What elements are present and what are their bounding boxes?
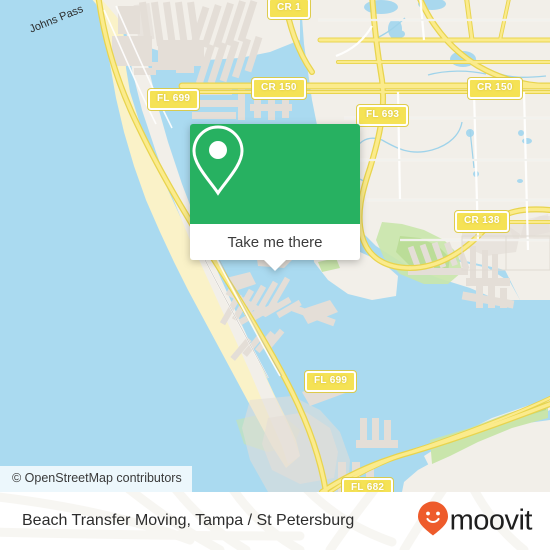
map-canvas[interactable]: Johns Pass CR 1 CR 150 CR 150 FL 699 FL … (0, 0, 550, 492)
road-shield-cr-1: CR 1 (268, 0, 310, 19)
take-me-there-label: Take me there (227, 233, 323, 251)
location-popup[interactable]: Take me there (190, 124, 360, 271)
road-shield-cr-138: CR 138 (455, 211, 509, 232)
road-shield-cr-150-east: CR 150 (468, 78, 522, 99)
popup-marker-area (190, 124, 360, 224)
road-shield-fl-699-north: FL 699 (148, 89, 200, 110)
road-shield-fl-682: FL 682 (342, 478, 394, 492)
road-shield-fl-693: FL 693 (357, 105, 409, 126)
take-me-there-button[interactable]: Take me there (190, 224, 360, 260)
popup-pointer-tail (264, 260, 286, 271)
osm-attribution-text: © OpenStreetMap contributors (12, 471, 182, 485)
road-shield-cr-150-west: CR 150 (252, 78, 306, 99)
osm-attribution[interactable]: © OpenStreetMap contributors (0, 466, 192, 492)
moovit-map-screenshot: Johns Pass CR 1 CR 150 CR 150 FL 699 FL … (0, 0, 550, 550)
moovit-brand[interactable]: moovit (417, 501, 533, 542)
place-title: Beach Transfer Moving, Tampa / St Peters… (22, 512, 355, 529)
moovit-wordmark: moovit (449, 504, 533, 537)
road-shield-fl-699-south: FL 699 (305, 371, 357, 392)
footer-bar: Beach Transfer Moving, Tampa / St Peters… (0, 492, 550, 550)
moovit-smiley-pin-icon (417, 501, 449, 542)
